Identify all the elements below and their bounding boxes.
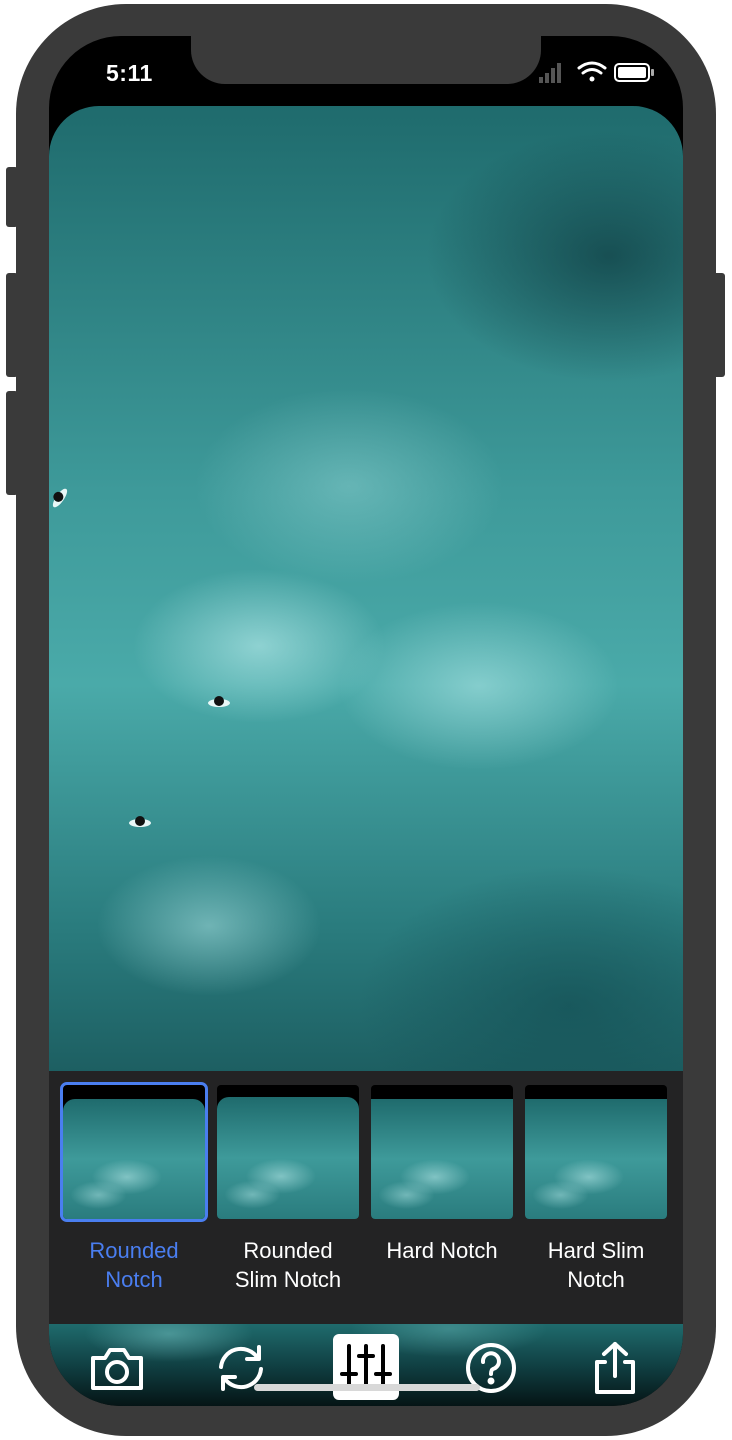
surfer-mark	[50, 486, 70, 510]
surfer-mark	[129, 816, 151, 827]
ocean-photo	[49, 106, 683, 1071]
battery-icon	[614, 63, 654, 82]
power-button	[713, 273, 725, 377]
device-notch	[191, 36, 541, 84]
status-icons	[539, 61, 654, 83]
screen: 5:11 Rounded Notch Rounded Slim Notch Ha…	[49, 36, 683, 1406]
wifi-icon	[577, 61, 607, 82]
volume-up-button	[6, 273, 18, 377]
label-hard-notch[interactable]: Hard Notch	[365, 1236, 519, 1265]
label-rounded-notch[interactable]: Rounded Notch	[57, 1236, 211, 1294]
share-button[interactable]	[587, 1340, 643, 1396]
volume-down-button	[6, 391, 18, 495]
camera-icon	[91, 1348, 143, 1390]
label-rounded-slim-notch[interactable]: Rounded Slim Notch	[211, 1236, 365, 1294]
cellular-signal-icon	[539, 63, 561, 83]
thumb-hard-notch[interactable]	[371, 1085, 513, 1219]
thumb-rounded-slim-notch[interactable]	[217, 1085, 359, 1219]
label-hard-slim-notch[interactable]: Hard Slim Notch	[519, 1236, 673, 1294]
bottom-toolbar	[49, 1324, 683, 1406]
notch-style-picker: Rounded Notch Rounded Slim Notch Hard No…	[49, 1071, 683, 1324]
thumb-hard-slim-notch[interactable]	[525, 1085, 667, 1219]
share-icon	[595, 1342, 635, 1394]
status-time: 5:11	[106, 60, 153, 86]
surfer-mark	[208, 696, 230, 707]
home-indicator[interactable]	[254, 1384, 480, 1391]
camera-button[interactable]	[89, 1340, 145, 1396]
thumb-rounded-notch[interactable]	[60, 1082, 208, 1222]
mute-switch	[6, 167, 18, 227]
